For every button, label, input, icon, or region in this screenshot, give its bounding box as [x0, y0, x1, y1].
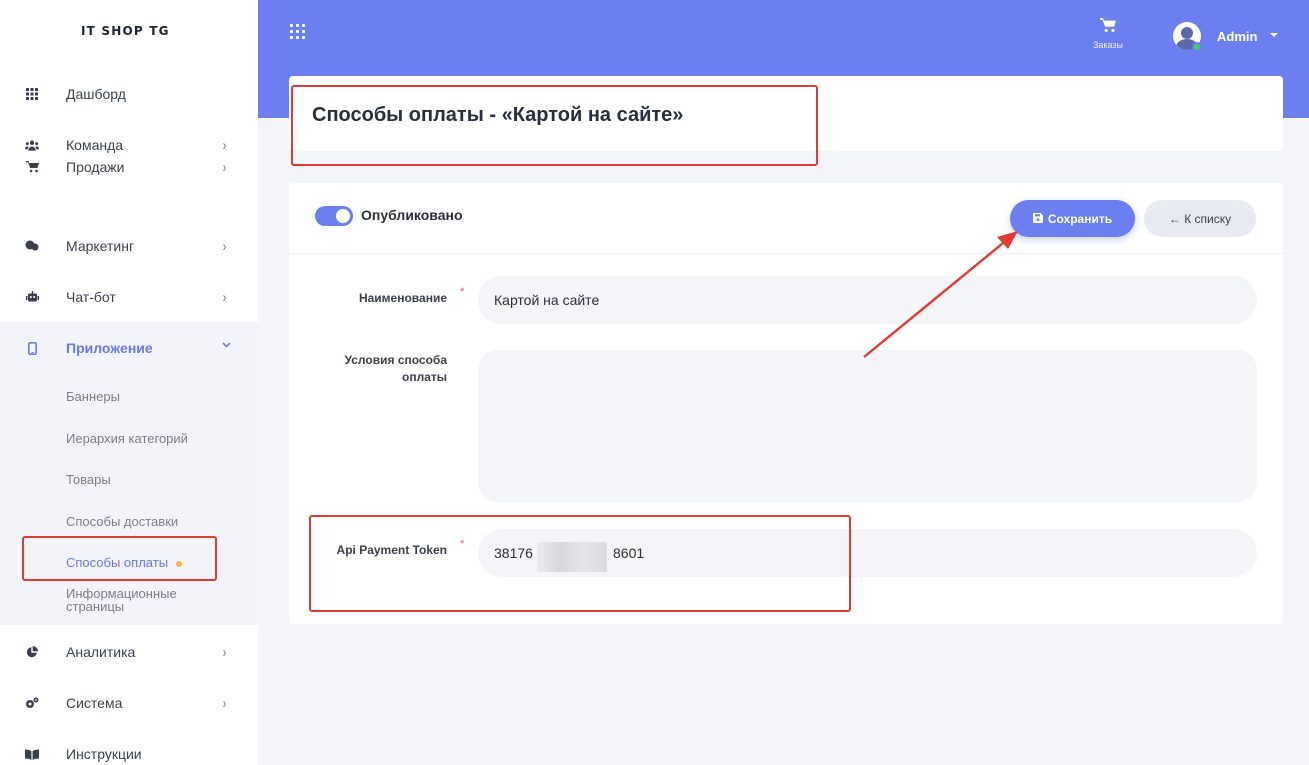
chevron-down-icon	[222, 336, 231, 351]
chevron-right-icon: ›	[222, 158, 227, 176]
conditions-field-label: Условия способа оплаты	[277, 352, 447, 386]
required-mark: *	[460, 286, 465, 298]
grid-icon	[25, 88, 39, 100]
brand-logo-text[interactable]: IT SHOP TG	[81, 24, 170, 38]
submenu-item-categories[interactable]: Иерархия категорий	[66, 431, 188, 446]
sidebar-item-label: Маркетинг	[66, 238, 135, 254]
annotation-arrow	[863, 231, 1018, 358]
submenu-item-banners[interactable]: Баннеры	[66, 389, 120, 404]
sidebar: IT SHOP TG Дашборд Команда › Продажи › М…	[0, 0, 258, 765]
toggle-knob	[336, 209, 350, 223]
online-status-dot	[1192, 42, 1202, 52]
sidebar-item-analytics[interactable]: Аналитика ›	[0, 626, 258, 678]
sidebar-item-label: Аналитика	[66, 644, 136, 660]
caret-down-icon[interactable]	[1270, 33, 1278, 37]
submenu-item-delivery[interactable]: Способы доставки	[66, 514, 178, 529]
sidebar-item-label: Приложение	[66, 340, 153, 356]
sidebar-item-label: Продажи	[66, 159, 125, 175]
save-button-label: Сохранить	[1047, 211, 1113, 226]
submenu-item-label-line2: страницы	[66, 599, 125, 614]
user-menu-name[interactable]: Admin	[1217, 29, 1257, 44]
chevron-right-icon: ›	[222, 237, 227, 255]
sidebar-item-label: Чат-бот	[66, 289, 116, 305]
conditions-label-line1: Условия способа	[344, 353, 447, 367]
book-icon	[25, 748, 39, 760]
back-button-label: ← К списку	[1168, 211, 1232, 226]
name-field-label: Наименование	[358, 291, 447, 305]
sidebar-item-label: Система	[66, 695, 123, 711]
mobile-icon	[25, 341, 39, 355]
apps-grid-icon[interactable]	[290, 24, 308, 42]
chevron-right-icon: ›	[222, 694, 227, 712]
chevron-right-icon: ›	[222, 643, 227, 661]
submenu-item-info-pages[interactable]: Информационные страницы	[66, 587, 177, 613]
conditions-textarea[interactable]	[478, 350, 1257, 502]
form-divider	[289, 253, 1283, 254]
orders-cart-button[interactable]: Заказы	[1088, 18, 1128, 50]
sidebar-item-sales-row[interactable]: Продажи ›	[0, 141, 258, 193]
sidebar-item-label: Дашборд	[66, 86, 126, 102]
sidebar-item-marketing[interactable]: Маркетинг ›	[0, 220, 258, 272]
chevron-right-icon: ›	[222, 288, 227, 306]
submenu-item-products[interactable]: Товары	[66, 472, 111, 487]
back-to-list-button[interactable]: ← К списку	[1144, 200, 1256, 237]
orders-label: Заказы	[1092, 40, 1124, 50]
sidebar-item-system[interactable]: Система ›	[0, 677, 258, 729]
published-label: Опубликовано	[361, 207, 463, 223]
sidebar-item-instructions[interactable]: Инструкции	[0, 728, 258, 765]
cart-icon	[1100, 18, 1116, 37]
cart-icon	[25, 161, 39, 173]
robot-icon	[25, 291, 39, 303]
pie-chart-icon	[25, 646, 39, 658]
sidebar-item-label: Инструкции	[66, 746, 142, 762]
floppy-disk-icon	[1032, 212, 1043, 226]
highlight-box-title	[291, 85, 818, 166]
highlight-box-menu	[22, 536, 217, 581]
sidebar-item-app[interactable]: Приложение	[0, 322, 258, 374]
conditions-label-line2: оплаты	[402, 370, 447, 384]
sidebar-item-chatbot[interactable]: Чат-бот ›	[0, 271, 258, 323]
sidebar-item-dashboard[interactable]: Дашборд	[0, 68, 258, 120]
highlight-box-token	[309, 515, 851, 612]
megaphone-icon	[25, 240, 39, 252]
published-toggle[interactable]	[315, 206, 353, 226]
cogs-icon	[25, 697, 39, 709]
